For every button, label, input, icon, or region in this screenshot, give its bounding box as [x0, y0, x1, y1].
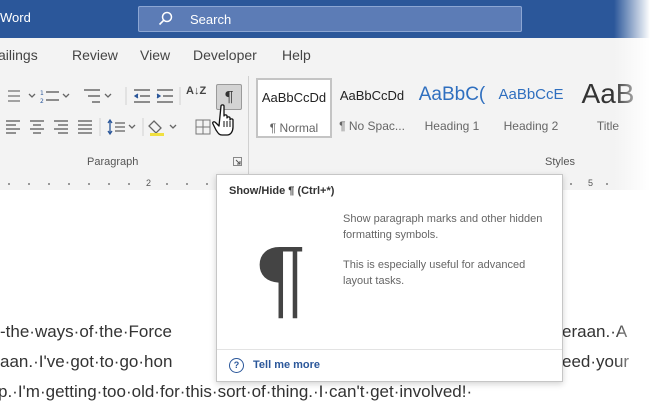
tab-review[interactable]: Review — [72, 47, 118, 63]
ruler-tick — [128, 183, 130, 185]
ruler-tick — [570, 183, 572, 185]
title-bar: Word Search — [0, 0, 650, 38]
style-name: ¶ Normal — [269, 121, 319, 135]
tooltip-footer: ? Tell me more — [217, 349, 562, 382]
tooltip-desc-1: Show paragraph marks and other hidden fo… — [343, 213, 543, 241]
ruler-tick — [68, 183, 70, 185]
style-name: Heading 2 — [503, 119, 559, 133]
tell-me-more-link[interactable]: Tell me more — [253, 359, 320, 371]
style-preview: AaBbCcE — [498, 86, 564, 103]
styles-gallery: AaBbCcDd ¶ Normal AaBbCcDd ¶ No Spac... … — [256, 78, 650, 138]
paragraph-group-label: Paragraph — [87, 156, 139, 168]
multilevel-list-icon[interactable] — [84, 89, 112, 103]
style-preview: AaBbC( — [418, 84, 486, 105]
ruler-tick — [186, 183, 188, 185]
bullets-icon[interactable] — [8, 90, 36, 102]
pilcrow-large-icon: ¶ — [253, 231, 308, 331]
sort-icon: A↓Z — [186, 85, 207, 97]
ribbon-tabs: ailings Review View Developer Help — [0, 38, 650, 72]
numbering-icon[interactable]: 1 2 — [40, 90, 70, 105]
styles-group-label: Styles — [545, 156, 575, 168]
style-no-spacing[interactable]: AaBbCcDd ¶ No Spac... — [334, 78, 410, 138]
search-label: Search — [190, 12, 232, 27]
ruler-tick — [48, 183, 50, 185]
ruler-number: 2 — [146, 178, 152, 188]
ruler-tick — [206, 183, 208, 185]
document-line: aan.·I've·got·to·go·hon — [0, 352, 173, 371]
style-name: ¶ No Spac... — [339, 119, 405, 133]
line-spacing-icon[interactable] — [107, 118, 136, 136]
shading-icon[interactable] — [148, 120, 177, 136]
tab-help[interactable]: Help — [282, 47, 311, 63]
tooltip-title: Show/Hide ¶ (Ctrl+*) — [229, 185, 335, 197]
align-center-icon[interactable] — [30, 120, 44, 134]
style-name: Heading 1 — [424, 119, 480, 133]
tab-view[interactable]: View — [140, 47, 170, 63]
svg-text:2: 2 — [40, 98, 44, 105]
ruler-tick — [88, 183, 90, 185]
paragraph-row-1: 1 2 — [8, 87, 181, 105]
tooltip-desc-2: This is especially useful for advanced l… — [343, 259, 526, 287]
style-heading-1[interactable]: AaBbC( Heading 1 — [412, 78, 492, 138]
svg-text:1: 1 — [40, 90, 44, 97]
dialog-launcher-icon[interactable] — [233, 157, 243, 167]
ruler-tick — [108, 183, 110, 185]
style-preview: AaBbCcDd — [339, 88, 405, 103]
ruler-tick — [8, 183, 10, 185]
app-title: Word — [0, 10, 31, 25]
document-line: p.·I'm·getting·too·old·for·this·sort·of·… — [0, 382, 473, 401]
tooltip-description: Show paragraph marks and other hidden fo… — [343, 211, 553, 303]
edge-fade — [614, 0, 650, 404]
increase-indent-icon[interactable] — [156, 89, 173, 103]
align-right-icon[interactable] — [54, 120, 68, 134]
decrease-indent-icon[interactable] — [133, 89, 150, 103]
document-line: -the·ways·of·the·Force — [0, 322, 172, 341]
help-icon: ? — [229, 358, 244, 373]
tab-mailings[interactable]: ailings — [0, 47, 38, 63]
ruler-tick — [166, 183, 168, 185]
sort-button[interactable]: A↓Z — [186, 85, 208, 97]
group-separator — [248, 76, 249, 174]
search-box[interactable]: Search — [138, 6, 522, 32]
ruler-tick — [28, 183, 30, 185]
style-normal[interactable]: AaBbCcDd ¶ Normal — [256, 78, 332, 138]
ruler-tick — [606, 183, 608, 185]
style-heading-2[interactable]: AaBbCcE Heading 2 — [492, 78, 570, 138]
ruler-number: 5 — [588, 178, 594, 188]
borders-icon[interactable] — [195, 119, 211, 135]
align-left-icon[interactable] — [6, 120, 20, 134]
search-icon — [158, 11, 173, 26]
paragraph-row-2 — [6, 118, 211, 136]
tab-developer[interactable]: Developer — [193, 47, 257, 63]
style-preview: AaBbCcDd — [261, 90, 327, 105]
justify-icon[interactable] — [78, 120, 92, 134]
hand-cursor-icon — [212, 104, 234, 136]
show-hide-tooltip: Show/Hide ¶ (Ctrl+*) ¶ Show paragraph ma… — [216, 174, 563, 382]
